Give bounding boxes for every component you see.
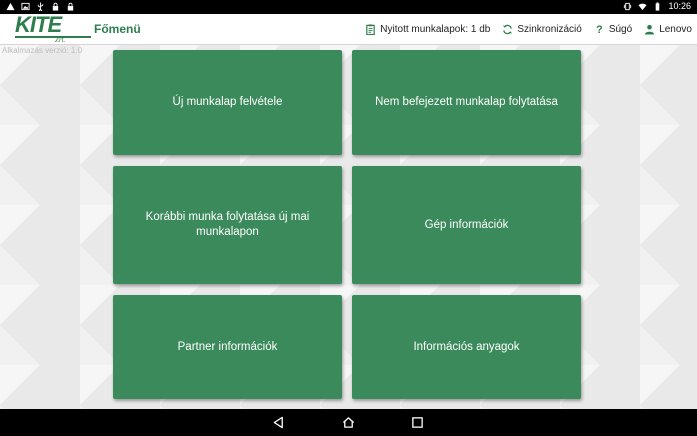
recent-apps-icon bbox=[412, 417, 423, 428]
status-bar: 10:26 bbox=[0, 0, 697, 14]
logo-subtext: Zrt. bbox=[55, 36, 66, 44]
machine-info-tile[interactable]: Gép információk bbox=[352, 166, 581, 284]
open-worksheets-button[interactable]: Nyitott munkalapok: 1 db bbox=[365, 24, 490, 35]
battery-icon bbox=[653, 1, 662, 11]
user-label: Lenovo bbox=[659, 24, 692, 35]
status-icons-right: 10:26 bbox=[623, 1, 691, 11]
wifi-icon bbox=[638, 2, 648, 11]
tile-label: Partner információk bbox=[177, 340, 278, 353]
home-icon bbox=[342, 417, 355, 428]
header-actions: Nyitott munkalapok: 1 db Szinkronizáció … bbox=[365, 14, 692, 45]
user-button[interactable]: Lenovo bbox=[644, 24, 692, 35]
user-icon bbox=[644, 24, 655, 35]
continue-unfinished-tile[interactable]: Nem befejezett munkalap folytatása bbox=[352, 50, 581, 155]
logo-text: KITE bbox=[15, 12, 62, 37]
vibrate-icon bbox=[623, 2, 632, 11]
tile-label: Információs anyagok bbox=[413, 340, 520, 353]
help-icon: ? bbox=[595, 23, 603, 36]
usb-icon bbox=[36, 2, 45, 13]
sync-button[interactable]: Szinkronizáció bbox=[502, 24, 582, 35]
app-version: Alkalmazás verzió: 1.0 bbox=[2, 46, 83, 55]
info-materials-tile[interactable]: Információs anyagok bbox=[352, 295, 581, 399]
partner-info-tile[interactable]: Partner információk bbox=[113, 295, 342, 399]
main-background bbox=[0, 45, 697, 409]
continue-previous-work-tile[interactable]: Korábbi munka folytatása új mai munkalap… bbox=[113, 166, 342, 284]
status-time: 10:26 bbox=[668, 1, 691, 11]
open-worksheets-label: Nyitott munkalapok: 1 db bbox=[380, 24, 491, 35]
tile-label: Gép információk bbox=[424, 218, 509, 231]
kite-logo: KITE Zrt. bbox=[15, 12, 91, 44]
navigation-bar bbox=[0, 409, 697, 436]
page-title: Főmenü bbox=[94, 22, 141, 36]
image-icon bbox=[21, 2, 30, 11]
sync-label: Szinkronizáció bbox=[517, 24, 582, 35]
lock-icon bbox=[51, 2, 60, 11]
recent-apps-nav-button[interactable] bbox=[411, 416, 424, 429]
logo-underline bbox=[15, 36, 91, 38]
tile-label: Korábbi munka folytatása új mai munkalap… bbox=[145, 211, 310, 238]
sync-icon bbox=[502, 24, 513, 35]
home-nav-button[interactable] bbox=[342, 416, 355, 429]
back-icon bbox=[273, 416, 283, 429]
app-bar: KITE Zrt. Főmenü Nyitott munkalapok: 1 d… bbox=[0, 12, 697, 45]
tile-label: Új munkalap felvétele bbox=[172, 96, 283, 108]
help-label: Súgó bbox=[608, 24, 633, 35]
warning-icon bbox=[6, 2, 15, 11]
status-icons-left bbox=[6, 2, 75, 13]
help-button[interactable]: ? Súgó bbox=[594, 23, 633, 36]
back-nav-button[interactable] bbox=[272, 416, 285, 429]
tile-label: Nem befejezett munkalap folytatása bbox=[375, 96, 558, 108]
lock-icon bbox=[66, 2, 75, 11]
clipboard-icon bbox=[365, 24, 376, 35]
new-worksheet-tile[interactable]: Új munkalap felvétele bbox=[113, 50, 342, 155]
